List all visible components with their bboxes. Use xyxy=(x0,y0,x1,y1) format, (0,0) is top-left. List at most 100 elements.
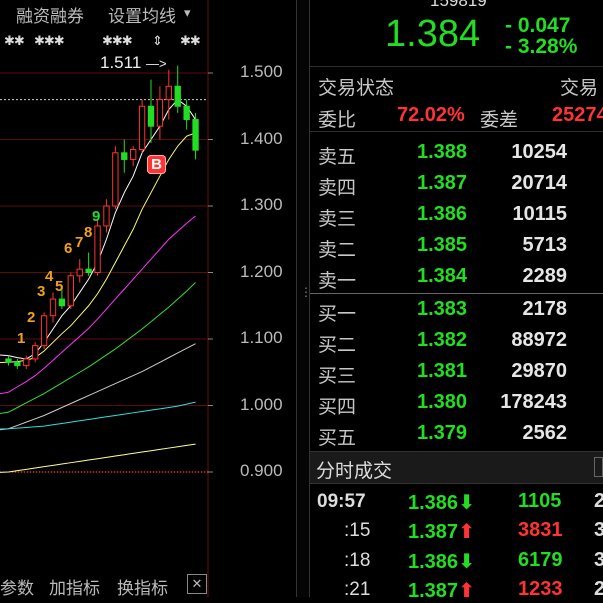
params-button[interactable]: 参数 xyxy=(0,574,34,599)
ask-label: 卖一 xyxy=(318,271,357,292)
ask-volume: 5713 xyxy=(522,234,568,256)
last-price: 1.384 xyxy=(385,13,481,55)
y-axis-label: 1.100 xyxy=(240,328,283,347)
weibi-value: 72.02% xyxy=(397,104,465,126)
add-indicator-button[interactable]: 加指标 xyxy=(49,574,100,599)
candle-body xyxy=(147,105,155,127)
candle-body xyxy=(165,85,172,101)
candle-body xyxy=(192,119,199,151)
sequence-number: 3 xyxy=(37,283,46,300)
bid-label: 买三 xyxy=(318,366,357,387)
sequence-number: 6 xyxy=(64,240,73,257)
sequence-number: 7 xyxy=(75,234,84,251)
tick-price: 1.387⬆ xyxy=(408,521,475,543)
candle-body xyxy=(32,345,39,360)
tick-count: 2 xyxy=(594,578,603,600)
kline-chart-panel[interactable]: 融资融券 设置均线 ▾ ✱✱ ✱✱✱ ✱✱✱ ⇕ ✱✱ 1.511 —> B 1… xyxy=(0,0,296,599)
ask-label: 卖三 xyxy=(318,209,357,230)
ask-price[interactable]: 1.388 xyxy=(417,141,467,164)
signal-marker: ✱✱ xyxy=(4,33,25,48)
bid-price[interactable]: 1.379 xyxy=(417,422,467,445)
ask-volume: 2289 xyxy=(522,265,568,287)
tick-time: :18 xyxy=(344,550,371,571)
ask-price[interactable]: 1.385 xyxy=(417,234,467,257)
candle-body xyxy=(85,268,92,273)
candle-body xyxy=(183,105,190,121)
moving-average-line xyxy=(0,401,196,430)
ask-price[interactable]: 1.384 xyxy=(417,265,467,288)
tick-volume: 1105 xyxy=(518,490,562,512)
tick-time: 09:57 xyxy=(317,491,366,512)
candle-body xyxy=(40,315,48,347)
ask-volume: 10115 xyxy=(512,203,567,225)
candle-body xyxy=(14,361,21,367)
panel-toggle-icon[interactable] xyxy=(594,457,603,477)
tick-count: 3 xyxy=(594,519,603,541)
candle-body xyxy=(130,148,137,160)
arrow-up-icon: ⬆ xyxy=(458,580,475,602)
margin-trading-menu[interactable]: 融资融券 xyxy=(16,2,84,27)
ask-price[interactable]: 1.386 xyxy=(417,203,467,226)
weibi-label: 委比 xyxy=(318,110,357,131)
bid-volume: 29870 xyxy=(511,360,567,382)
arrow-right-icon: —> xyxy=(146,56,167,71)
bid-label: 买五 xyxy=(318,428,357,449)
candle-body xyxy=(174,85,181,107)
tick-price: 1.387⬆ xyxy=(408,580,475,602)
trading-status-label: 交易状态 xyxy=(318,78,395,99)
weicha-label: 委差 xyxy=(480,110,519,131)
bid-volume: 2562 xyxy=(522,422,568,444)
bid-price[interactable]: 1.381 xyxy=(417,360,467,383)
high-price-marker: 1.511 —> xyxy=(100,53,167,73)
bid-volume: 88972 xyxy=(511,329,567,351)
moving-average-line xyxy=(0,443,196,473)
tick-price: 1.386⬇ xyxy=(408,551,475,573)
tick-volume: 1233 xyxy=(518,578,563,600)
candle-body xyxy=(121,152,128,160)
ask-volume: 10254 xyxy=(511,141,567,163)
trading-status-value: 交易 xyxy=(560,78,599,99)
tick-count: 3 xyxy=(594,549,603,571)
ma-settings-menu[interactable]: 设置均线 xyxy=(108,2,176,27)
close-icon[interactable]: ✕ xyxy=(187,574,207,594)
y-axis-label: 0.900 xyxy=(240,461,283,480)
tick-volume: 3831 xyxy=(518,519,563,541)
weicha-value: 25274 xyxy=(552,104,603,126)
bid-price[interactable]: 1.382 xyxy=(417,329,467,352)
chevron-down-icon[interactable]: ▾ xyxy=(184,5,191,21)
candle-body xyxy=(103,205,110,227)
signal-marker: ✱✱✱ xyxy=(102,33,133,48)
y-axis-label: 1.000 xyxy=(240,394,283,414)
candle-body xyxy=(76,268,83,277)
tick-volume: 6179 xyxy=(518,549,563,571)
buy-signal-badge[interactable]: B xyxy=(147,155,166,174)
candle-body xyxy=(49,298,57,317)
bid-price[interactable]: 1.380 xyxy=(417,391,467,414)
sequence-number: 1 xyxy=(17,330,26,347)
signal-marker: ⇕ xyxy=(152,33,163,48)
y-axis-label: 1.500 xyxy=(240,62,283,81)
candle-body xyxy=(5,358,12,363)
tick-count: 2 xyxy=(594,490,603,512)
signal-marker: ✱✱✱ xyxy=(34,33,65,48)
ask-label: 卖二 xyxy=(318,240,357,261)
ask-price[interactable]: 1.387 xyxy=(417,172,467,195)
bid-volume: 2178 xyxy=(522,298,568,320)
candle-body xyxy=(156,99,164,127)
moving-average-line xyxy=(0,282,196,415)
bid-label: 买二 xyxy=(318,335,357,356)
sequence-number: 4 xyxy=(45,268,54,285)
tick-price: 1.386⬇ xyxy=(408,492,475,514)
candle-body xyxy=(138,105,146,150)
security-code: 159819 xyxy=(430,0,487,10)
sequence-number: 8 xyxy=(84,224,93,241)
switch-indicator-button[interactable]: 换指标 xyxy=(117,574,168,599)
ask-label: 卖五 xyxy=(318,147,357,168)
time-sales-title: 分时成交 xyxy=(316,461,393,482)
sequence-number: 9 xyxy=(92,208,101,225)
bid-label: 买一 xyxy=(318,304,357,325)
bid-price[interactable]: 1.383 xyxy=(417,298,467,321)
candle-body xyxy=(94,225,101,273)
ask-label: 卖四 xyxy=(318,178,357,199)
arrow-down-icon: ⬇ xyxy=(458,492,475,514)
